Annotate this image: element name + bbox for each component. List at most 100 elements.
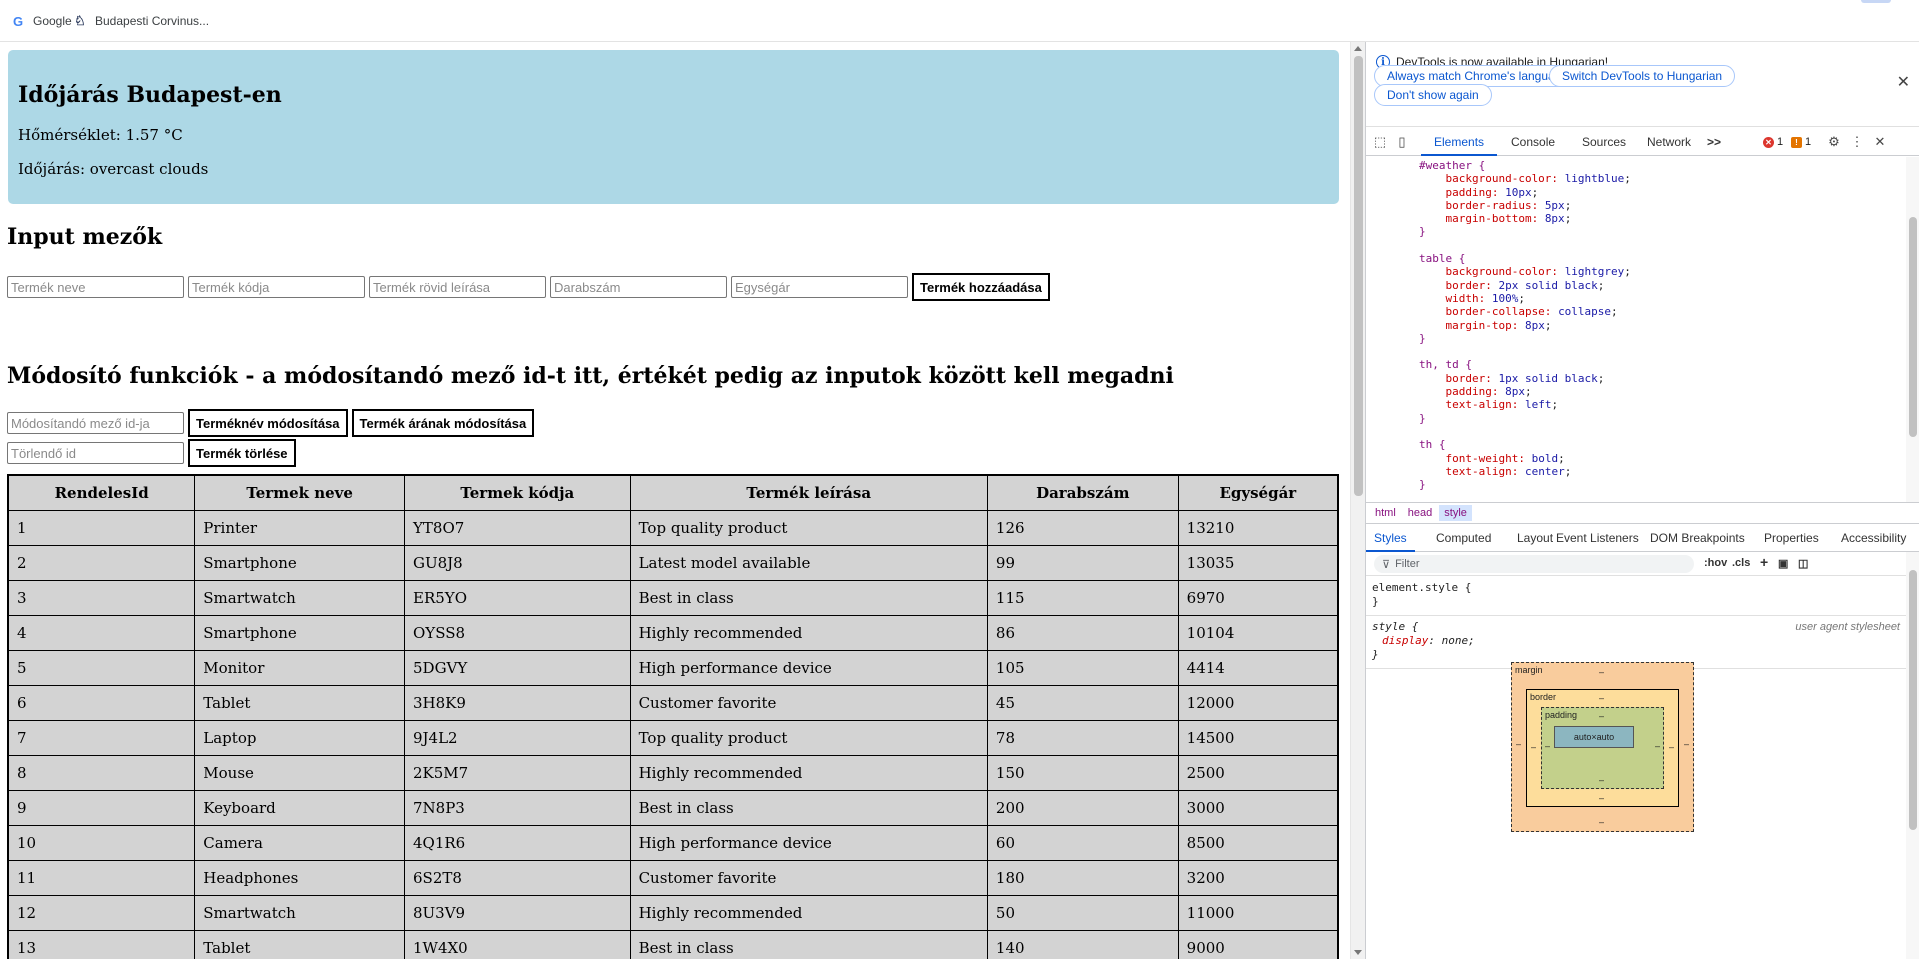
- table-cell: 12000: [1177, 684, 1339, 721]
- modify-id-input[interactable]: [7, 412, 184, 434]
- bookmark-corvinus[interactable]: ♘ Budapesti Corvinus...: [72, 12, 209, 30]
- delete-product-button[interactable]: Termék törlése: [188, 439, 296, 467]
- modify-row: Terméknév módosítása Termék árának módos…: [7, 409, 538, 437]
- table-cell: High performance device: [629, 824, 988, 861]
- tab-console[interactable]: Console: [1511, 128, 1555, 156]
- table-cell: 8500: [1177, 824, 1339, 861]
- tab-computed[interactable]: Computed: [1436, 525, 1491, 552]
- source-token: 8px: [1544, 212, 1565, 226]
- table-cell: 10104: [1177, 614, 1339, 651]
- source-token: }: [1366, 331, 1426, 345]
- products-table: RendelesId Termek neve Termek kódja Term…: [7, 474, 1339, 959]
- source-token: border:: [1366, 278, 1499, 292]
- tab-sources[interactable]: Sources: [1582, 128, 1626, 156]
- margin-top-value: –: [1599, 667, 1605, 677]
- table-cell: 12: [7, 894, 196, 931]
- bookmarks-bar: G Google ♘ Budapesti Corvinus...: [0, 0, 1919, 42]
- weather-panel: Időjárás Budapest-en Hőmérséklet: 1.57 °…: [8, 50, 1339, 204]
- margin-bottom-value: –: [1599, 817, 1605, 827]
- inspect-element-icon[interactable]: ⬚: [1372, 134, 1388, 150]
- elements-source-view[interactable]: #weather { background-color: lightblue; …: [1366, 157, 1919, 502]
- page-scrollbar-thumb[interactable]: [1354, 56, 1363, 496]
- styles-scrollbar[interactable]: [1906, 552, 1919, 959]
- new-rule-icon[interactable]: +: [1760, 554, 1768, 570]
- table-cell: 180: [986, 859, 1179, 896]
- scroll-up-arrow-icon[interactable]: [1354, 46, 1362, 51]
- product-description-input[interactable]: [369, 276, 546, 298]
- tab-dom-breakpoints[interactable]: DOM Breakpoints: [1650, 525, 1745, 552]
- dont-show-again-button[interactable]: Don't show again: [1374, 84, 1492, 106]
- margin-left-value: –: [1516, 739, 1522, 749]
- table-cell: 60: [986, 824, 1179, 861]
- box-model-content[interactable]: auto×auto: [1554, 726, 1634, 748]
- warning-badge[interactable]: ! 1: [1791, 136, 1811, 148]
- gear-icon[interactable]: ⚙: [1826, 134, 1842, 150]
- box-model-padding[interactable]: padding – – – – auto×auto: [1541, 707, 1664, 789]
- reprice-product-button[interactable]: Termék árának módosítása: [351, 409, 535, 437]
- table-cell: 9J4L2: [404, 719, 631, 756]
- source-scrollbar-thumb[interactable]: [1909, 217, 1917, 437]
- add-product-button[interactable]: Termék hozzáadása: [912, 273, 1050, 301]
- source-token: 1px solid black: [1498, 371, 1598, 385]
- tab-styles[interactable]: Styles: [1366, 525, 1415, 552]
- breadcrumb-html[interactable]: html: [1370, 505, 1401, 521]
- table-row: 10 Camera 4Q1R6 High performance device 60 85…: [7, 824, 1339, 861]
- breadcrumb-style[interactable]: style: [1439, 505, 1472, 521]
- google-icon: G: [12, 13, 24, 29]
- kebab-menu-icon[interactable]: ⋮: [1849, 134, 1865, 150]
- error-badge[interactable]: ✕ 1: [1763, 136, 1783, 148]
- product-code-input[interactable]: [188, 276, 365, 298]
- table-row: 4 Smartphone OYSS8 Highly recommended 86 1010…: [7, 614, 1339, 651]
- source-token: font-weight:: [1366, 451, 1532, 465]
- scroll-down-arrow-icon[interactable]: [1354, 950, 1362, 955]
- tab-elements[interactable]: Elements: [1421, 128, 1498, 156]
- tab-layout[interactable]: Layout: [1517, 525, 1553, 552]
- source-token: ;: [1531, 185, 1539, 199]
- unit-price-input[interactable]: [731, 276, 908, 298]
- tab-network[interactable]: Network: [1647, 128, 1691, 156]
- table-cell: Smartwatch: [194, 579, 405, 616]
- element-state-icon[interactable]: ▣: [1778, 557, 1788, 570]
- table-cell: 13035: [1177, 544, 1339, 581]
- source-line: border-collapse: collapse;: [1366, 305, 1919, 318]
- element-style-rule[interactable]: element.style { }: [1366, 577, 1906, 616]
- box-model-border[interactable]: border – – – – padding – – – – auto×auto: [1526, 689, 1679, 807]
- source-scrollbar[interactable]: [1906, 157, 1919, 502]
- filter-input[interactable]: ⊽ Filter: [1374, 555, 1694, 573]
- source-token: 8px: [1505, 385, 1525, 399]
- switch-to-hungarian-button[interactable]: Switch DevTools to Hungarian: [1549, 65, 1736, 87]
- filter-icon: ⊽: [1382, 558, 1391, 571]
- tab-event-listeners[interactable]: Event Listeners: [1556, 525, 1639, 552]
- box-model-margin[interactable]: margin – – – – border – – – – padding – …: [1511, 662, 1694, 832]
- source-token: left: [1524, 398, 1552, 412]
- column-header: RendelesId: [7, 474, 196, 511]
- device-toolbar-icon[interactable]: ▯: [1394, 134, 1410, 150]
- column-header: Egységár: [1177, 474, 1339, 511]
- close-devtools-icon[interactable]: ✕: [1872, 134, 1888, 150]
- quantity-input[interactable]: [550, 276, 727, 298]
- source-line: background-color: lightgrey;: [1366, 265, 1919, 278]
- close-icon[interactable]: ✕: [1897, 72, 1910, 92]
- tab-accessibility[interactable]: Accessibility: [1841, 525, 1906, 552]
- sidebar-toggle-icon[interactable]: ◫: [1798, 557, 1808, 570]
- cls-toggle[interactable]: .cls: [1732, 557, 1750, 569]
- bookmark-google[interactable]: G Google: [10, 12, 72, 30]
- table-cell: 9: [7, 789, 196, 826]
- breadcrumb-head[interactable]: head: [1403, 505, 1437, 521]
- table-cell: 11000: [1177, 894, 1339, 931]
- table-cell: Highly recommended: [629, 614, 988, 651]
- table-cell: Smartphone: [194, 614, 405, 651]
- product-name-input[interactable]: [7, 276, 184, 298]
- more-tabs-icon[interactable]: >>: [1707, 128, 1721, 156]
- table-cell: Top quality product: [629, 719, 988, 756]
- delete-id-input[interactable]: [7, 442, 184, 464]
- table-cell: Monitor: [194, 649, 405, 686]
- tab-properties[interactable]: Properties: [1764, 525, 1819, 552]
- source-line: }: [1366, 332, 1919, 345]
- styles-scrollbar-thumb[interactable]: [1909, 570, 1917, 830]
- hov-toggle[interactable]: :hov: [1704, 557, 1727, 569]
- table-row: 8 Mouse 2K5M7 Highly recommended 150 2500: [7, 754, 1339, 791]
- rename-product-button[interactable]: Terméknév módosítása: [188, 409, 348, 437]
- page-scrollbar[interactable]: [1350, 42, 1365, 959]
- table-cell: 7N8P3: [404, 789, 631, 826]
